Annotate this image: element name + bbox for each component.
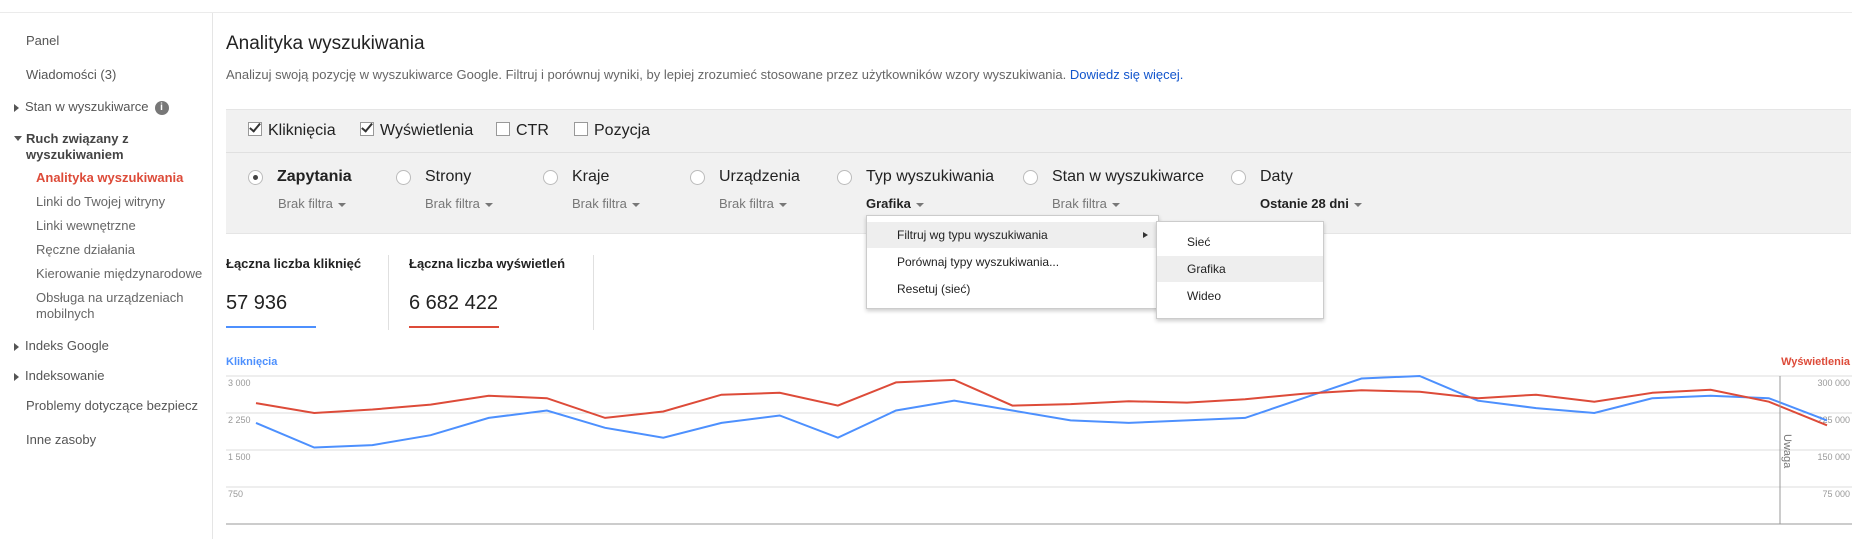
- left-tick-label: 3 000: [228, 378, 251, 388]
- annotation-label: Uwaga: [1781, 434, 1793, 469]
- submenu-item-video[interactable]: Wideo: [1157, 283, 1323, 309]
- menu-item-compare-types[interactable]: Porównaj typy wyszukiwania...: [867, 249, 1158, 275]
- search-type-submenu: Sieć Grafika Wideo: [1156, 221, 1324, 319]
- menu-item-filter-by-type[interactable]: Filtruj wg typu wyszukiwania: [867, 222, 1158, 248]
- right-tick-label: 75 000: [1822, 489, 1850, 499]
- menu-item-label: Filtruj wg typu wyszukiwania: [897, 228, 1048, 242]
- submenu-item-image[interactable]: Grafika: [1157, 256, 1323, 282]
- right-tick-label: 150 000: [1817, 452, 1850, 462]
- series-line-clicks: [255, 374, 1828, 449]
- menu-item-reset[interactable]: Resetuj (sieć): [867, 276, 1158, 302]
- submenu-item-web[interactable]: Sieć: [1157, 229, 1323, 255]
- left-tick-label: 750: [228, 489, 243, 499]
- left-tick-label: 1 500: [228, 452, 251, 462]
- left-tick-label: 2 250: [228, 415, 251, 425]
- right-tick-label: 300 000: [1817, 378, 1850, 388]
- search-type-menu: Filtruj wg typu wyszukiwania Porównaj ty…: [866, 215, 1159, 309]
- submenu-arrow-icon: [1143, 232, 1148, 238]
